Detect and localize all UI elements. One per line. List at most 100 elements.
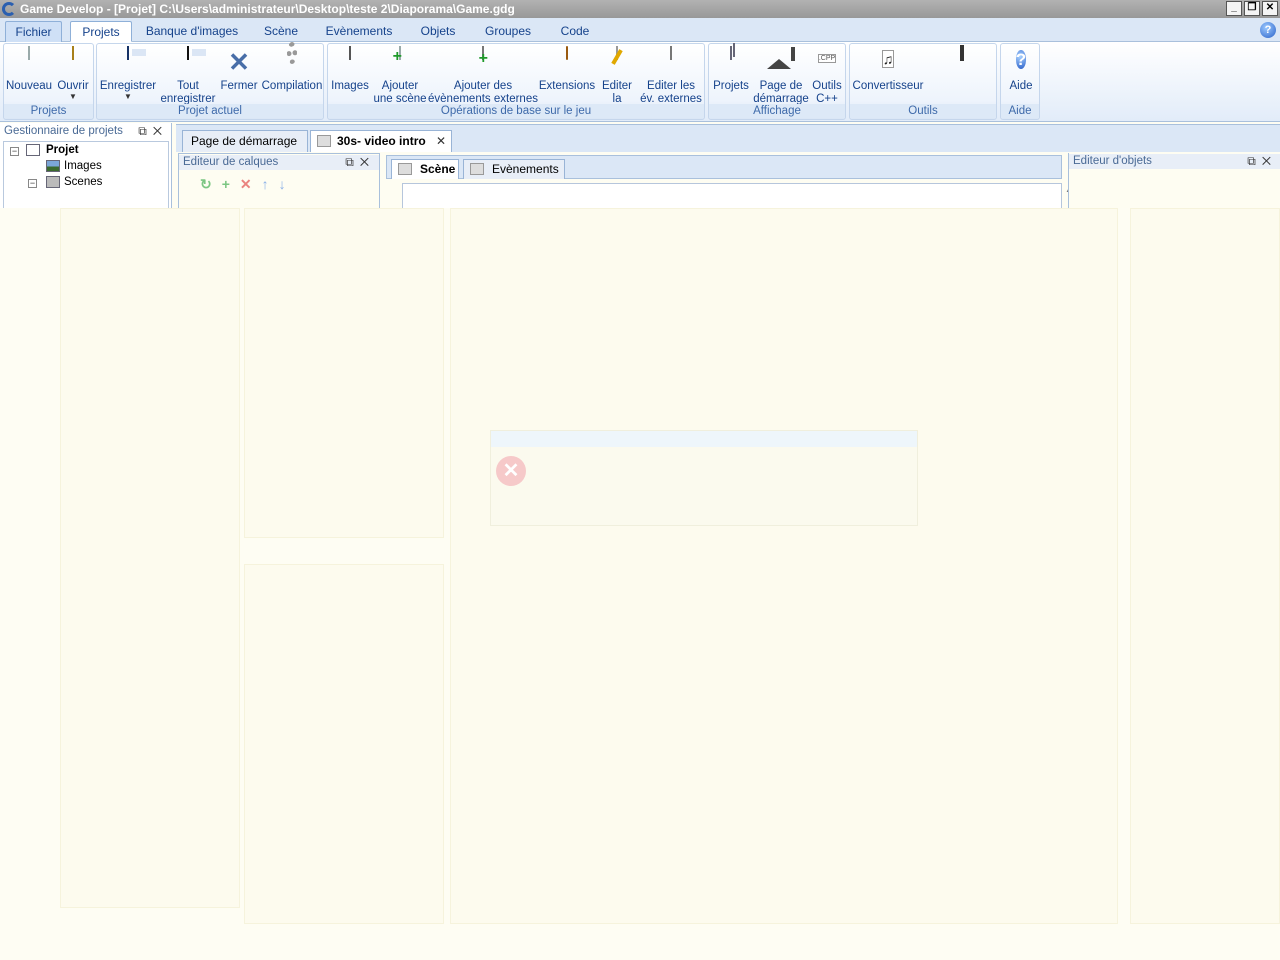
ajouter-scene-label-1: Ajouter bbox=[381, 80, 419, 92]
tout-enregistrer-button[interactable]: Tout enregistrer bbox=[159, 46, 217, 106]
ajouter-evenements-externes-button[interactable]: Ajouter des évènements externes bbox=[428, 46, 538, 106]
chevron-down-icon: ▼ bbox=[124, 92, 132, 101]
ghost-panel bbox=[244, 564, 444, 924]
tab-projets[interactable]: Projets bbox=[70, 21, 132, 42]
tab-groupes[interactable]: Groupes bbox=[480, 21, 536, 42]
close-icon[interactable]: ✕ bbox=[1262, 154, 1277, 168]
group-projets: Nouveau Ouvrir ▼ Projets bbox=[3, 43, 94, 120]
collapse-icon[interactable]: − bbox=[28, 179, 37, 188]
tab-scene-30s-video-intro[interactable]: 30s- video intro ✕ bbox=[310, 130, 452, 152]
ouvrir-label: Ouvrir bbox=[57, 80, 89, 92]
tab-banque-images[interactable]: Banque d'images bbox=[144, 21, 240, 42]
aide-label: Aide bbox=[1009, 80, 1033, 92]
open-folder-icon bbox=[72, 46, 74, 60]
add-icon[interactable]: + bbox=[222, 176, 240, 192]
float-icon[interactable]: ⧉ bbox=[1247, 154, 1262, 168]
save-all-icon bbox=[187, 46, 189, 60]
group-label-projet-actuel: Projet actuel bbox=[97, 104, 323, 118]
collapse-icon[interactable]: − bbox=[10, 147, 19, 156]
tab-events-view[interactable]: Evènements bbox=[463, 159, 565, 179]
tab-scene[interactable]: Scène bbox=[258, 21, 304, 42]
scene-view-label: Scène bbox=[420, 162, 456, 176]
move-down-icon[interactable]: ↓ bbox=[279, 176, 296, 192]
project-manager-panel: Gestionnaire de projets ⧉✕ − Projet Imag… bbox=[0, 123, 172, 213]
layer-toolbar: ↻+✕↑↓ bbox=[200, 176, 296, 193]
move-up-icon[interactable]: ↑ bbox=[262, 176, 279, 192]
object-editor-header: Editeur d'objets ⧉✕ bbox=[1069, 154, 1280, 169]
group-outils: ♫ Convertisseur Outils bbox=[849, 43, 997, 120]
scene-icon bbox=[398, 163, 412, 175]
group-aide: ? Aide Aide bbox=[1000, 43, 1040, 120]
tout-label: Tout bbox=[177, 80, 199, 92]
fermer-button[interactable]: ✕ Fermer bbox=[219, 47, 259, 93]
layer-editor-title: Editeur de calques bbox=[183, 156, 279, 168]
tab-fichier[interactable]: Fichier bbox=[5, 21, 62, 42]
nouveau-label: Nouveau bbox=[6, 80, 53, 92]
extensions-icon bbox=[566, 46, 568, 60]
events-icon bbox=[470, 163, 484, 175]
extensions-label: Extensions bbox=[538, 80, 596, 92]
editer-ev-label-1: Editer les bbox=[647, 80, 695, 92]
close-window-button[interactable]: ✕ bbox=[1262, 1, 1278, 16]
editer-evenements-externes-button[interactable]: Editer les év. externes bbox=[638, 46, 704, 106]
document-tab-bar: Page de démarrage 30s- video intro ✕ bbox=[176, 124, 1280, 152]
tab-objets[interactable]: Objets bbox=[415, 21, 461, 42]
nouveau-button[interactable]: Nouveau bbox=[6, 46, 53, 93]
gear-icon bbox=[287, 42, 297, 64]
images-button[interactable]: Images bbox=[330, 46, 370, 93]
project-manager-header: Gestionnaire de projets ⧉✕ bbox=[0, 124, 172, 139]
tree-item-images[interactable]: Images bbox=[64, 158, 102, 174]
projets-view-button[interactable]: Projets bbox=[711, 46, 751, 93]
convertisseur-label: Convertisseur bbox=[852, 80, 924, 92]
page-demarrage-button[interactable]: Page de démarrage bbox=[753, 47, 809, 106]
ribbon-tab-bar: Fichier Projets Banque d'images Scène Ev… bbox=[0, 18, 1280, 42]
tab-evenements[interactable]: Evènements bbox=[322, 21, 396, 42]
close-icon[interactable]: ✕ bbox=[436, 131, 446, 152]
extensions-button[interactable]: Extensions bbox=[538, 46, 596, 93]
project-icon bbox=[26, 144, 40, 156]
window-controls: _ ❐ ✕ bbox=[1226, 1, 1278, 16]
save-icon bbox=[127, 46, 129, 60]
window-title: Game Develop - [Projet] C:\Users\adminis… bbox=[20, 2, 515, 16]
ghost-panel bbox=[450, 208, 1118, 924]
film-icon bbox=[960, 45, 964, 61]
tab-scene-view[interactable]: Scène bbox=[391, 159, 459, 179]
add-scene-icon bbox=[399, 46, 401, 60]
layer-editor-header: Editeur de calques ⧉✕ bbox=[179, 155, 379, 170]
compilation-button[interactable]: Compilation bbox=[261, 42, 323, 93]
ribbon-body: Nouveau Ouvrir ▼ Projets Enregistrer ▼ T… bbox=[0, 42, 1280, 122]
scene-icon bbox=[317, 135, 331, 147]
close-icon[interactable]: ✕ bbox=[153, 124, 168, 138]
group-label-outils: Outils bbox=[850, 104, 996, 118]
projets-view-label: Projets bbox=[713, 80, 749, 92]
outils-cpp-button[interactable]: .CPP Outils C++ bbox=[809, 47, 845, 106]
enregistrer-button[interactable]: Enregistrer ▼ bbox=[99, 46, 157, 101]
delete-icon[interactable]: ✕ bbox=[240, 176, 262, 192]
images-label: Images bbox=[331, 80, 369, 92]
tree-item-projet[interactable]: Projet bbox=[46, 142, 79, 158]
events-view-label: Evènements bbox=[492, 162, 559, 176]
outils-label-1: Outils bbox=[812, 80, 842, 92]
ajouter-scene-button[interactable]: Ajouter une scène bbox=[372, 46, 428, 106]
film-tool-button[interactable] bbox=[942, 45, 982, 80]
close-icon[interactable]: ✕ bbox=[360, 155, 375, 169]
tab-code[interactable]: Code bbox=[555, 21, 595, 42]
aide-button[interactable]: ? Aide bbox=[1003, 47, 1039, 93]
panel-buttons: ⧉✕ bbox=[345, 155, 375, 169]
compilation-label: Compilation bbox=[261, 80, 323, 92]
help-icon[interactable]: ? bbox=[1260, 22, 1276, 38]
ajouter-ev-label-1: Ajouter des bbox=[453, 80, 513, 92]
project-manager-title: Gestionnaire de projets bbox=[4, 125, 123, 137]
refresh-icon[interactable]: ↻ bbox=[200, 176, 222, 192]
minimize-button[interactable]: _ bbox=[1226, 1, 1242, 16]
float-icon[interactable]: ⧉ bbox=[345, 155, 360, 169]
group-label-operations: Opérations de base sur le jeu bbox=[328, 104, 704, 118]
scenes-icon bbox=[46, 176, 60, 188]
tab-page-demarrage[interactable]: Page de démarrage bbox=[182, 130, 308, 152]
convertisseur-button[interactable]: ♫ Convertisseur bbox=[852, 47, 924, 93]
float-icon[interactable]: ⧉ bbox=[138, 124, 153, 138]
restore-button[interactable]: ❐ bbox=[1244, 1, 1260, 16]
ouvrir-button[interactable]: Ouvrir ▼ bbox=[54, 46, 92, 101]
tree-item-scenes[interactable]: Scenes bbox=[64, 174, 102, 190]
group-operations: Images Ajouter une scène Ajouter des évè… bbox=[327, 43, 705, 120]
